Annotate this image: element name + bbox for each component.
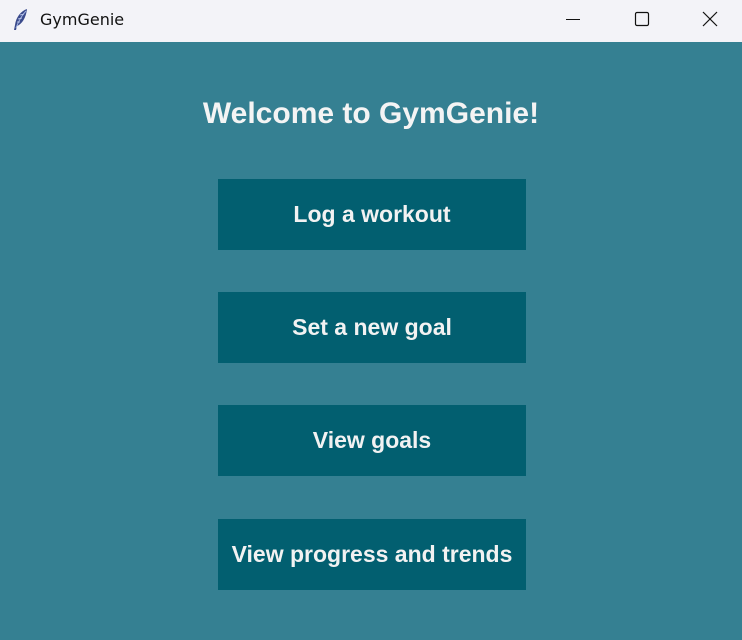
title-bar[interactable]: GymGenie	[0, 0, 742, 42]
feather-icon	[10, 8, 32, 32]
close-button[interactable]	[677, 0, 742, 38]
window-title: GymGenie	[40, 10, 125, 29]
minimize-icon	[565, 11, 581, 27]
maximize-button[interactable]	[607, 0, 677, 38]
minimize-button[interactable]	[538, 0, 608, 38]
view-progress-button[interactable]: View progress and trends	[218, 519, 526, 590]
main-panel: Welcome to GymGenie! Log a workout Set a…	[0, 42, 742, 640]
close-icon	[702, 11, 718, 27]
maximize-icon	[634, 11, 650, 27]
set-goal-button[interactable]: Set a new goal	[218, 292, 526, 363]
app-window: GymGenie Welcome to GymGenie! Log a work…	[0, 0, 742, 640]
log-workout-button[interactable]: Log a workout	[218, 179, 526, 250]
view-goals-button[interactable]: View goals	[218, 405, 526, 476]
welcome-heading: Welcome to GymGenie!	[202, 97, 540, 130]
